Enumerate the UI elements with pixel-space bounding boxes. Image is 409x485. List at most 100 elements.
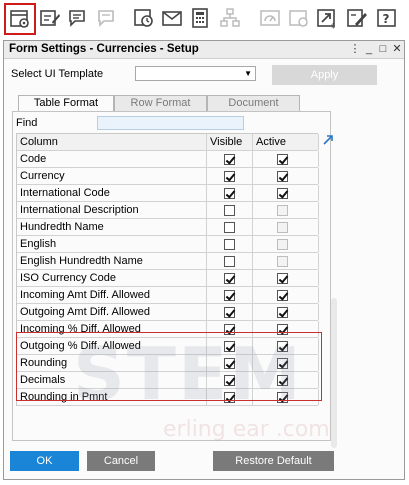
tab-table-format[interactable]: Table Format: [18, 95, 114, 112]
visible-checkbox-cell: [207, 151, 253, 167]
watermark-logo: STEM: [73, 332, 303, 416]
visible-checkbox[interactable]: [224, 307, 235, 318]
active-checkbox: [277, 239, 288, 250]
visible-checkbox-cell: [207, 253, 253, 269]
table-row[interactable]: Currency: [17, 168, 319, 185]
visible-checkbox-cell: [207, 236, 253, 252]
active-checkbox[interactable]: [277, 154, 288, 165]
row-column-name: International Description: [17, 202, 207, 218]
visible-checkbox-cell: [207, 270, 253, 286]
active-checkbox[interactable]: [277, 307, 288, 318]
visible-checkbox[interactable]: [224, 239, 235, 250]
table-row[interactable]: Incoming Amt Diff. Allowed: [17, 287, 319, 304]
expand-arrow-icon[interactable]: [322, 134, 334, 146]
active-checkbox-cell: [253, 253, 319, 269]
visible-checkbox-cell: [207, 287, 253, 303]
table-row[interactable]: Outgoing Amt Diff. Allowed: [17, 304, 319, 321]
active-checkbox[interactable]: [277, 171, 288, 182]
speedometer-settings-icon[interactable]: [256, 4, 284, 32]
watermark-text: erling ear .com: [163, 417, 330, 442]
table-row[interactable]: Code: [17, 151, 319, 168]
visible-checkbox[interactable]: [224, 205, 235, 216]
visible-checkbox[interactable]: [224, 188, 235, 199]
row-column-name: Outgoing Amt Diff. Allowed: [17, 304, 207, 320]
visible-checkbox-cell: [207, 304, 253, 320]
visible-checkbox[interactable]: [224, 256, 235, 267]
ok-button[interactable]: OK: [10, 451, 79, 471]
edit-form-icon[interactable]: [36, 4, 64, 32]
active-checkbox[interactable]: [277, 273, 288, 284]
svg-text:$: $: [331, 22, 335, 29]
ui-template-label: Select UI Template: [11, 68, 104, 80]
menu-icon[interactable]: ⋮: [348, 42, 362, 56]
visible-checkbox[interactable]: [224, 222, 235, 233]
table-row[interactable]: English Hundredth Name: [17, 253, 319, 270]
active-checkbox: [277, 256, 288, 267]
table-row[interactable]: ISO Currency Code: [17, 270, 319, 287]
row-column-name: International Code: [17, 185, 207, 201]
form-settings-dialog: Form Settings - Currencies - Setup ⋮ _ □…: [3, 40, 405, 480]
find-input[interactable]: [97, 116, 244, 130]
active-header[interactable]: Active: [253, 134, 319, 150]
help-icon[interactable]: ?: [373, 4, 401, 32]
main-toolbar: $ ?: [0, 0, 409, 38]
tab-row-format[interactable]: Row Format: [114, 95, 207, 111]
active-checkbox-cell: [253, 185, 319, 201]
find-label: Find: [16, 117, 38, 129]
active-checkbox[interactable]: [277, 188, 288, 199]
table-row[interactable]: International Description: [17, 202, 319, 219]
row-column-name: English: [17, 236, 207, 252]
row-column-name: ISO Currency Code: [17, 270, 207, 286]
row-column-name: Currency: [17, 168, 207, 184]
form-settings-icon[interactable]: [4, 3, 36, 35]
row-column-name: Code: [17, 151, 207, 167]
settings-panel-icon[interactable]: [285, 4, 313, 32]
maximize-icon[interactable]: □: [376, 42, 390, 56]
active-checkbox-cell: [253, 219, 319, 235]
scrollbar[interactable]: [331, 298, 337, 448]
visible-header[interactable]: Visible: [207, 134, 253, 150]
cancel-button[interactable]: Cancel: [87, 451, 155, 471]
svg-text:?: ?: [383, 12, 390, 26]
row-column-name: Hundredth Name: [17, 219, 207, 235]
window-title: Form Settings - Currencies - Setup: [9, 43, 199, 55]
grid-header: Column Visible Active: [17, 133, 319, 151]
timer-alert-icon[interactable]: [130, 4, 158, 32]
visible-checkbox-cell: [207, 168, 253, 184]
tab-document[interactable]: Document: [207, 95, 300, 111]
export-icon[interactable]: $: [313, 4, 341, 32]
active-checkbox-cell: [253, 287, 319, 303]
active-checkbox-cell: [253, 202, 319, 218]
mail-icon[interactable]: [158, 4, 186, 32]
visible-checkbox-cell: [207, 202, 253, 218]
network-icon[interactable]: [216, 4, 244, 32]
visible-checkbox[interactable]: [224, 171, 235, 182]
row-column-name: English Hundredth Name: [17, 253, 207, 269]
minimize-icon[interactable]: _: [362, 42, 376, 56]
apply-button[interactable]: Apply: [272, 65, 377, 85]
active-checkbox[interactable]: [277, 290, 288, 301]
visible-checkbox-cell: [207, 219, 253, 235]
table-row[interactable]: English: [17, 236, 319, 253]
table-format-panel: Find Column Visible Active Code Currency I…: [12, 111, 337, 448]
chat-icon[interactable]: [93, 4, 121, 32]
column-header[interactable]: Column: [17, 134, 207, 150]
table-row[interactable]: Hundredth Name: [17, 219, 319, 236]
restore-default-button[interactable]: Restore Default: [213, 451, 334, 471]
visible-checkbox[interactable]: [224, 154, 235, 165]
calculator-icon[interactable]: [186, 4, 214, 32]
active-checkbox-cell: [253, 168, 319, 184]
active-checkbox-cell: [253, 270, 319, 286]
visible-checkbox[interactable]: [224, 290, 235, 301]
messages-icon[interactable]: [64, 4, 92, 32]
active-checkbox-cell: [253, 236, 319, 252]
active-checkbox: [277, 222, 288, 233]
active-checkbox-cell: [253, 304, 319, 320]
title-bar: Form Settings - Currencies - Setup ⋮ _ □…: [4, 41, 404, 59]
ui-template-select[interactable]: ▼: [135, 66, 256, 81]
row-column-name: Incoming Amt Diff. Allowed: [17, 287, 207, 303]
table-row[interactable]: International Code: [17, 185, 319, 202]
visible-checkbox[interactable]: [224, 273, 235, 284]
close-icon[interactable]: ✕: [390, 42, 404, 56]
edit-document-icon[interactable]: [343, 4, 371, 32]
